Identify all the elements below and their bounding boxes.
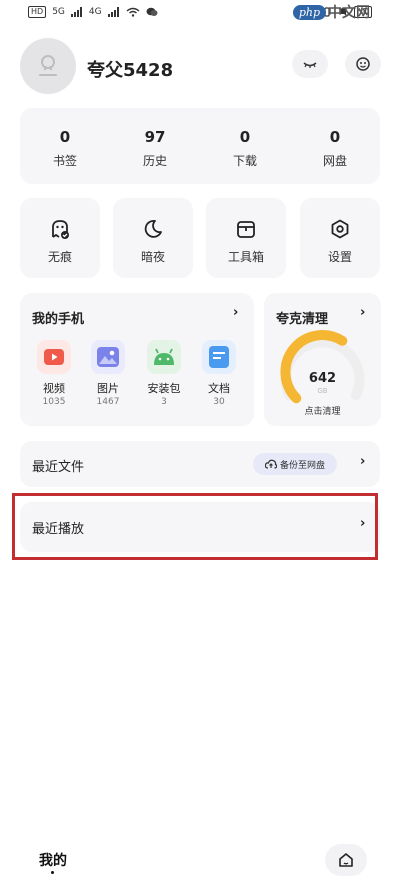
- phone-item-video[interactable]: 视频 1035: [32, 340, 76, 407]
- tool-label: 无痕: [47, 250, 72, 264]
- phone-item-count: 3: [161, 397, 167, 407]
- settings-icon: [331, 219, 349, 239]
- sleep-mode-button[interactable]: [292, 50, 328, 78]
- stat-cloud-drive[interactable]: 0 网盘: [290, 108, 380, 184]
- tool-label: 设置: [327, 250, 352, 264]
- avatar[interactable]: [20, 38, 76, 94]
- tool-toolbox[interactable]: 工具箱: [206, 198, 286, 278]
- tool-dark-mode[interactable]: 暗夜: [113, 198, 193, 278]
- stat-bookmarks[interactable]: 0 书签: [20, 108, 110, 184]
- backup-to-cloud-button[interactable]: 备份至网盘: [253, 453, 337, 475]
- phone-item-apk[interactable]: 安装包 3: [142, 340, 186, 407]
- stat-history[interactable]: 97 历史: [110, 108, 200, 184]
- cloud-upload-icon: [264, 459, 277, 469]
- chevron-right-icon: ›: [233, 305, 239, 320]
- cleaner-unit: GB: [317, 387, 328, 395]
- chat-app-icon: [146, 7, 158, 16]
- highlight-box: [12, 493, 378, 560]
- wifi-icon: [126, 7, 140, 17]
- phone-item-count: 1467: [96, 397, 120, 407]
- message-icon: [356, 57, 370, 71]
- php-watermark: php 中文网: [292, 2, 370, 22]
- stat-label: 网盘: [322, 154, 347, 168]
- home-button[interactable]: [325, 844, 367, 876]
- tab-me[interactable]: 我的: [39, 850, 67, 870]
- tool-label: 工具箱: [227, 250, 264, 264]
- stat-label: 下载: [232, 154, 257, 168]
- image-icon: [91, 340, 125, 374]
- stat-value: 0: [59, 128, 71, 146]
- user-icon: [39, 55, 57, 76]
- stat-value: 0: [239, 128, 251, 146]
- username[interactable]: 夸父5428: [87, 56, 173, 82]
- my-phone-title: 我的手机: [32, 312, 85, 327]
- sleep-mode-icon: [303, 62, 317, 68]
- stats-card: 0 书签 97 历史 0 下载 0 网盘: [20, 108, 380, 184]
- stat-label: 书签: [52, 154, 77, 168]
- signal-icon-2: [107, 7, 119, 17]
- phone-item-document[interactable]: 文档 30: [197, 340, 241, 407]
- backup-label: 备份至网盘: [279, 460, 325, 471]
- video-icon: [37, 340, 71, 374]
- signal-icon: [70, 7, 82, 17]
- message-button[interactable]: [345, 50, 381, 78]
- toolbox-icon: [237, 221, 255, 238]
- network-5g-label: 5G: [52, 7, 65, 17]
- network-4g-label: 4G: [88, 7, 102, 17]
- stat-label: 历史: [142, 154, 167, 168]
- android-icon: [147, 340, 181, 374]
- hd-badge: HD: [28, 6, 47, 18]
- home-icon: [339, 853, 353, 867]
- phone-item-label: 文档: [208, 382, 230, 395]
- stat-value: 97: [144, 128, 166, 146]
- phone-item-label: 图片: [97, 382, 119, 395]
- active-tab-indicator: [51, 871, 54, 874]
- phone-item-count: 1035: [42, 397, 66, 407]
- watermark-logo: php: [292, 4, 326, 20]
- document-icon: [202, 340, 236, 374]
- phone-item-label: 安装包: [147, 382, 181, 395]
- watermark-text: 中文网: [328, 5, 370, 21]
- phone-item-count: 30: [213, 397, 225, 407]
- ghost-icon: [52, 220, 69, 239]
- phone-item-label: 视频: [43, 382, 65, 395]
- stat-value: 0: [329, 128, 341, 146]
- chevron-right-icon: ›: [360, 454, 366, 469]
- tool-settings[interactable]: 设置: [300, 198, 380, 278]
- recent-files-label: 最近文件: [32, 460, 85, 475]
- stat-downloads[interactable]: 0 下载: [200, 108, 290, 184]
- tool-label: 暗夜: [140, 250, 165, 264]
- tool-incognito[interactable]: 无痕: [20, 198, 100, 278]
- recent-files-row[interactable]: 最近文件 备份至网盘 ›: [20, 441, 380, 487]
- moon-icon: [144, 220, 162, 238]
- cleaner-value: 642: [308, 371, 337, 386]
- phone-item-image[interactable]: 图片 1467: [86, 340, 130, 407]
- clean-button[interactable]: 点击清理: [264, 404, 381, 417]
- my-phone-card[interactable]: 我的手机 › 视频 1035 图片 1467 安装包 3 文档 30: [20, 293, 254, 426]
- cleaner-card[interactable]: 夸克清理 › 642 GB 点击清理: [264, 293, 381, 426]
- status-bar-left: HD 5G 4G: [28, 6, 158, 18]
